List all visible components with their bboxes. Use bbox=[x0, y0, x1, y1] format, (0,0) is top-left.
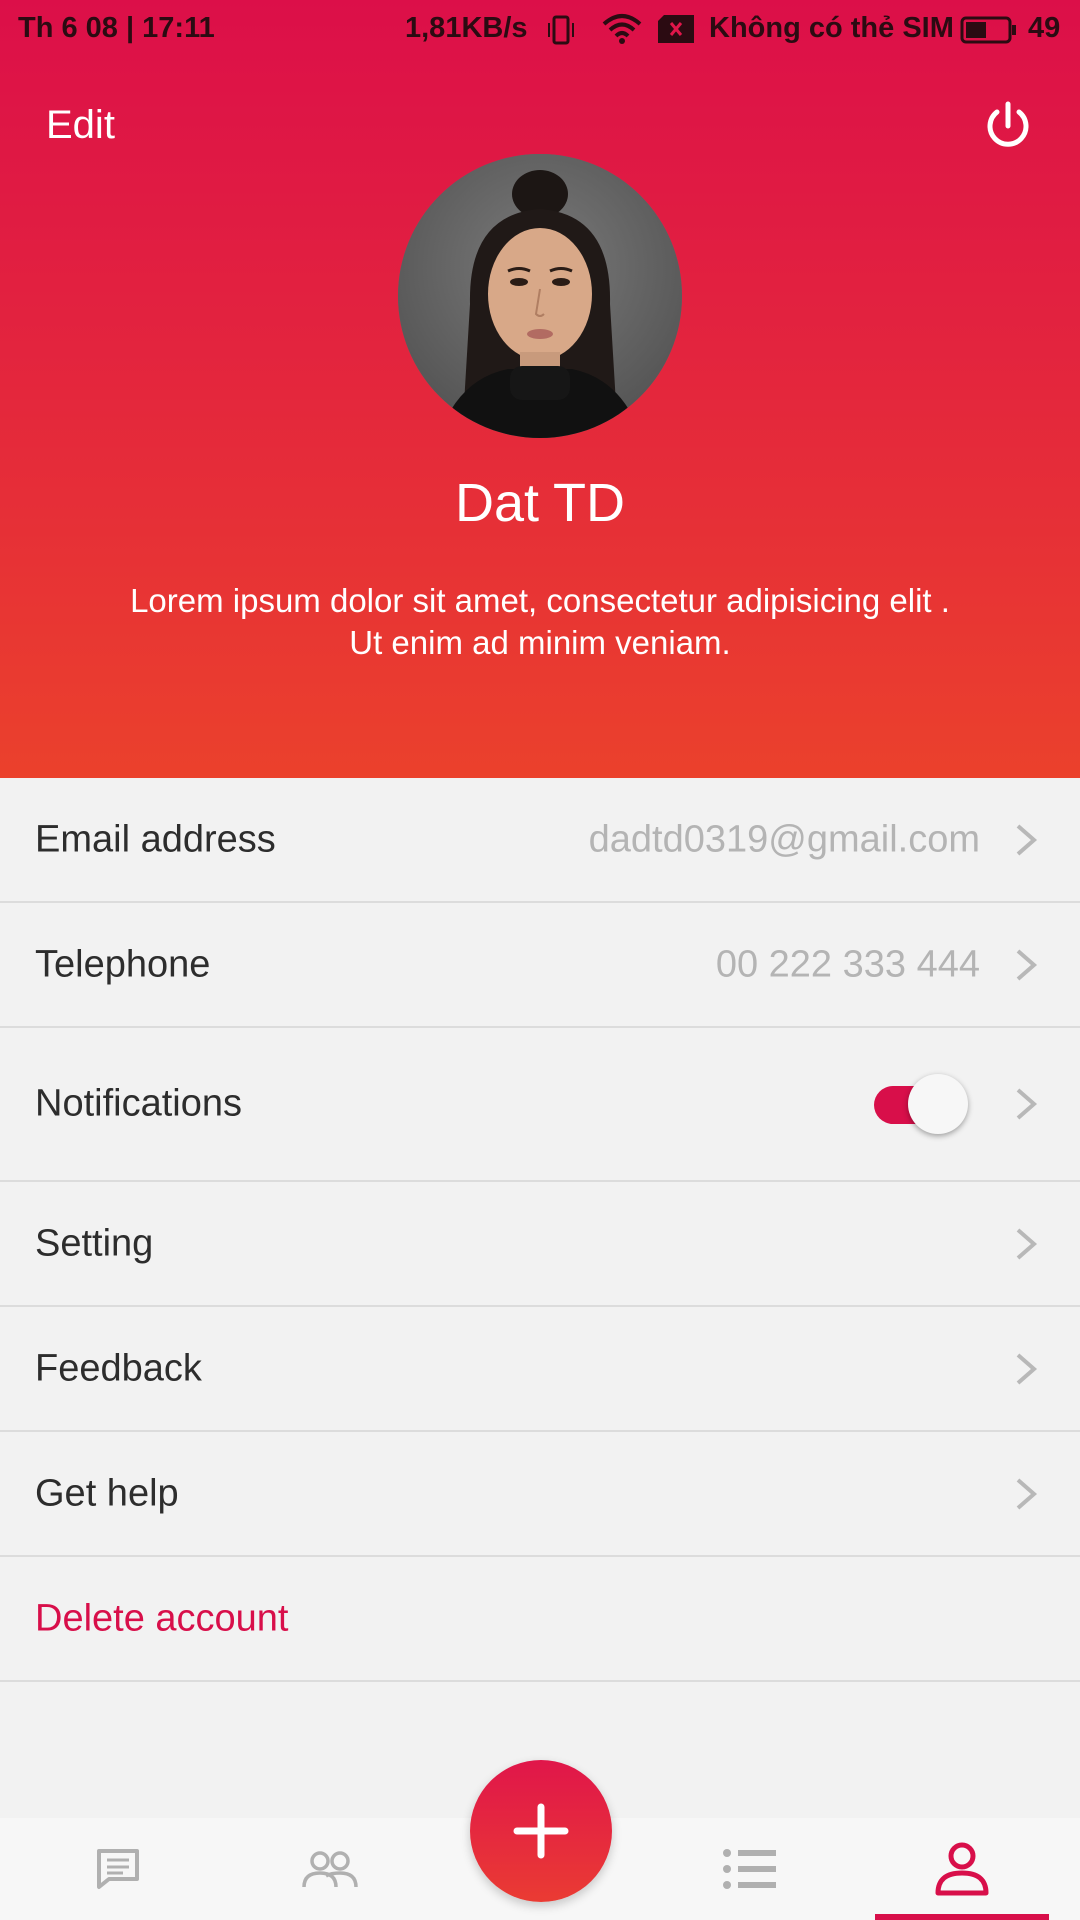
email-label: Email address bbox=[35, 818, 276, 860]
chevron-right-icon bbox=[1016, 1227, 1038, 1260]
email-row[interactable]: Email address dadtd0319@gmail.com bbox=[0, 778, 1080, 903]
chevron-right-icon bbox=[1016, 1088, 1038, 1120]
chevron-right-icon bbox=[1016, 948, 1038, 981]
add-button[interactable] bbox=[470, 1760, 612, 1902]
avatar[interactable] bbox=[398, 154, 682, 438]
status-bar: Th 6 08 | 17:11 1,81KB/s Không có thẻ SI… bbox=[0, 0, 1080, 60]
telephone-label: Telephone bbox=[35, 943, 211, 985]
delete-account-label: Delete account bbox=[35, 1597, 289, 1639]
battery-icon bbox=[960, 16, 1016, 44]
get-help-row[interactable]: Get help bbox=[0, 1432, 1080, 1557]
telephone-row[interactable]: Telephone 00 222 333 444 bbox=[0, 903, 1080, 1028]
no-sim-icon bbox=[658, 15, 694, 43]
chevron-right-icon bbox=[1016, 1477, 1038, 1510]
profile-header: Th 6 08 | 17:11 1,81KB/s Không có thẻ SI… bbox=[0, 0, 1080, 778]
chevron-right-icon bbox=[1016, 1352, 1038, 1385]
notifications-row[interactable]: Notifications bbox=[0, 1028, 1080, 1182]
nav-list[interactable] bbox=[690, 1818, 810, 1920]
email-value: dadtd0319@gmail.com bbox=[588, 818, 980, 860]
list-icon bbox=[723, 1849, 776, 1889]
status-datetime: Th 6 08 | 17:11 bbox=[18, 12, 215, 44]
setting-label: Setting bbox=[35, 1222, 154, 1264]
avatar-portrait bbox=[398, 154, 682, 438]
bio-line-2: Ut enim ad minim veniam. bbox=[349, 624, 731, 661]
nav-chat[interactable] bbox=[58, 1818, 178, 1920]
chat-icon bbox=[97, 1849, 139, 1889]
wifi-icon bbox=[602, 14, 642, 44]
chevron-right-icon bbox=[1016, 823, 1038, 856]
bio-line-1: Lorem ipsum dolor sit amet, consectetur … bbox=[130, 582, 950, 619]
profile-bio: Lorem ipsum dolor sit amet, consectetur … bbox=[60, 580, 1020, 664]
nav-contacts[interactable] bbox=[270, 1818, 390, 1920]
profile-name: Dat TD bbox=[454, 473, 626, 533]
status-carrier: Không có thẻ SIM bbox=[709, 12, 954, 44]
notifications-toggle[interactable] bbox=[874, 1072, 970, 1136]
notifications-label: Notifications bbox=[35, 1082, 242, 1125]
status-network-speed: 1,81KB/s bbox=[405, 12, 528, 44]
contacts-icon bbox=[302, 1851, 358, 1888]
nav-active-indicator bbox=[875, 1914, 1049, 1920]
vibrate-icon bbox=[548, 15, 574, 45]
feedback-label: Feedback bbox=[35, 1347, 202, 1389]
nav-profile[interactable] bbox=[902, 1818, 1022, 1920]
delete-account-row[interactable]: Delete account bbox=[0, 1557, 1080, 1682]
edit-button[interactable]: Edit bbox=[46, 103, 115, 148]
add-icon bbox=[513, 1803, 569, 1859]
profile-icon bbox=[935, 1842, 989, 1896]
get-help-label: Get help bbox=[35, 1472, 179, 1514]
telephone-value: 00 222 333 444 bbox=[715, 943, 980, 985]
status-battery-level: 49 bbox=[1028, 12, 1061, 44]
setting-row[interactable]: Setting bbox=[0, 1182, 1080, 1307]
power-icon[interactable] bbox=[980, 98, 1036, 154]
feedback-row[interactable]: Feedback bbox=[0, 1307, 1080, 1432]
settings-list: Email address dadtd0319@gmail.com Teleph… bbox=[0, 778, 1080, 1682]
toggle-thumb bbox=[908, 1074, 968, 1134]
